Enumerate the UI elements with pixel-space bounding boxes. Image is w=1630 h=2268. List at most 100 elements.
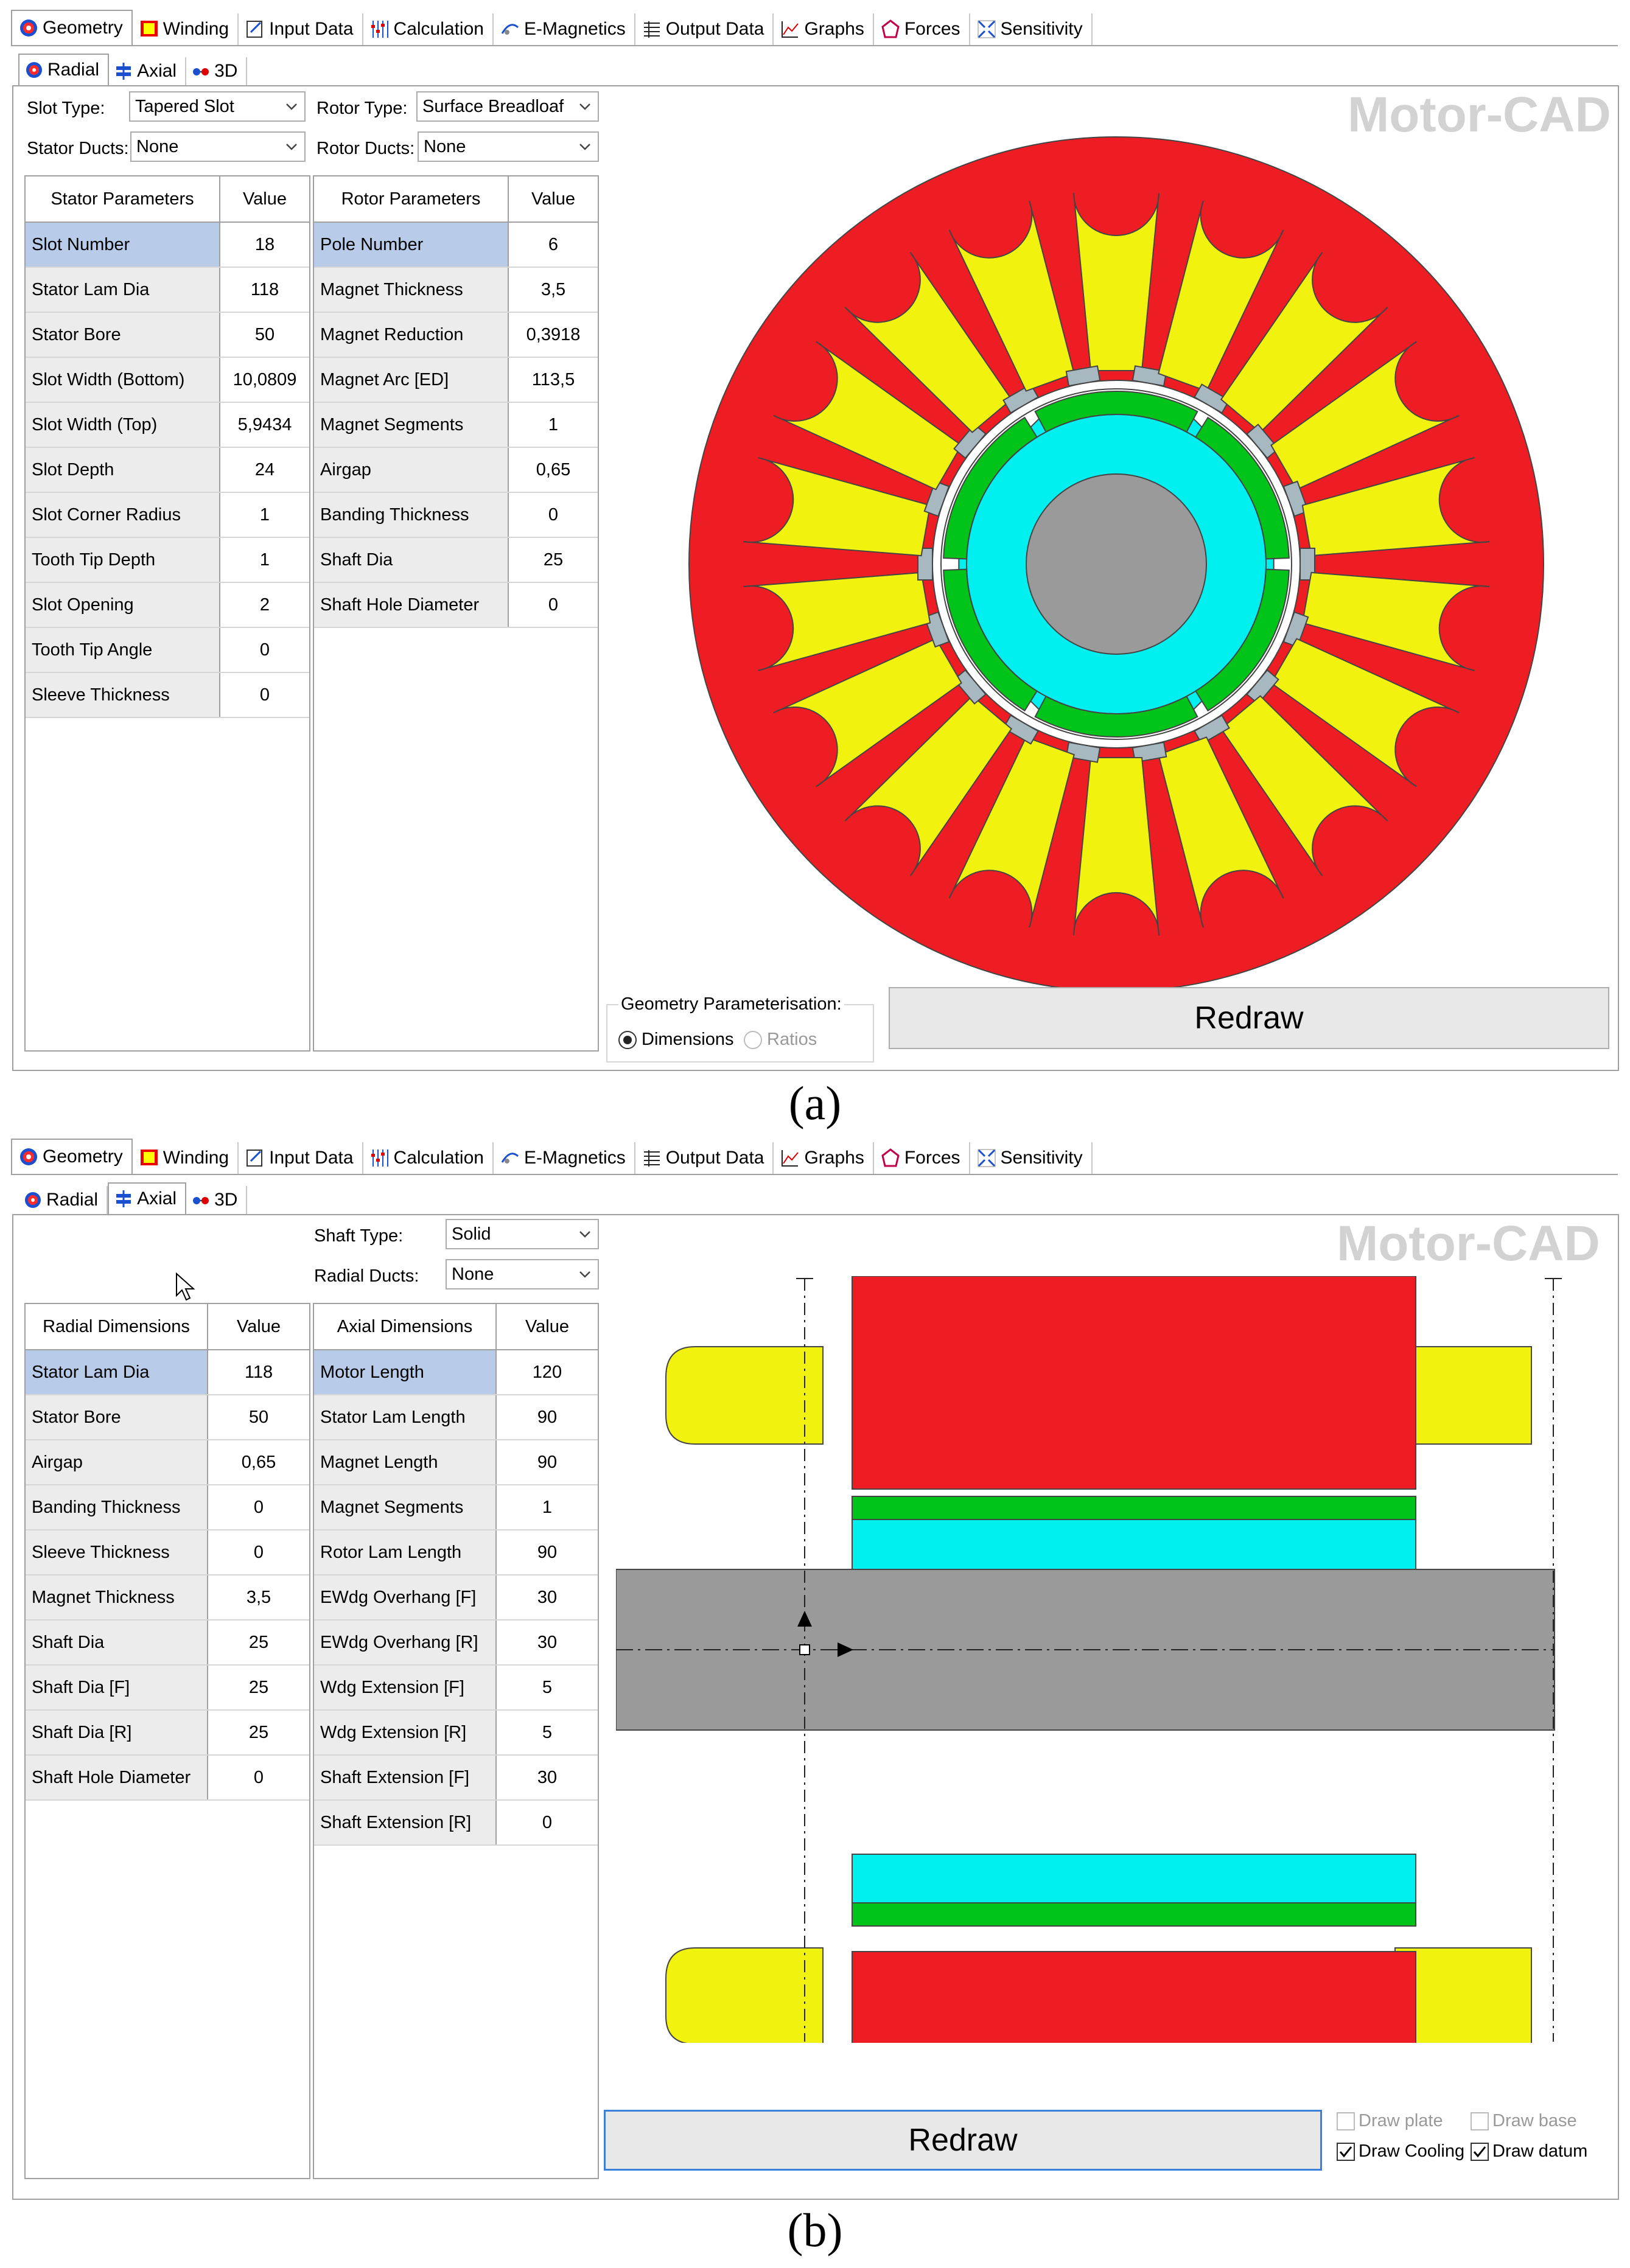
tab-graphs[interactable]: Graphs: [774, 13, 874, 45]
tab-e-magnetics[interactable]: E-Magnetics: [493, 1142, 635, 1174]
parameter-value[interactable]: 0: [208, 1485, 309, 1529]
parameter-value[interactable]: 30: [497, 1621, 598, 1664]
stator-ducts-select[interactable]: None: [130, 131, 306, 162]
table-row[interactable]: Stator Bore 50: [26, 313, 309, 358]
tab-sensitivity[interactable]: Sensitivity: [970, 1142, 1093, 1174]
table-row[interactable]: Magnet Length 90: [314, 1440, 598, 1485]
table-row[interactable]: Magnet Segments 1: [314, 1485, 598, 1530]
table-row[interactable]: Slot Width (Top) 5,9434: [26, 403, 309, 448]
table-row[interactable]: Stator Lam Dia 118: [26, 268, 309, 313]
table-row[interactable]: Magnet Reduction 0,3918: [314, 313, 598, 358]
rotor-type-select[interactable]: Surface Breadloaf: [416, 91, 599, 122]
parameter-value[interactable]: 0: [497, 1801, 598, 1844]
table-row[interactable]: Pole Number 6: [314, 223, 598, 268]
table-row[interactable]: Stator Lam Dia 118: [26, 1350, 309, 1395]
draw-datum-checkbox[interactable]: Draw datum: [1471, 2141, 1587, 2162]
parameter-value[interactable]: 18: [220, 223, 309, 267]
table-row[interactable]: Slot Width (Bottom) 10,0809: [26, 358, 309, 403]
shaft-type-select[interactable]: Solid: [446, 1219, 599, 1249]
slot-type-select[interactable]: Tapered Slot: [129, 91, 306, 122]
parameter-value[interactable]: 25: [208, 1711, 309, 1754]
parameter-value[interactable]: 0: [509, 493, 598, 537]
table-row[interactable]: Slot Opening 2: [26, 583, 309, 628]
parameter-value[interactable]: 90: [497, 1440, 598, 1484]
tab-winding[interactable]: Winding: [132, 1142, 239, 1174]
table-row[interactable]: Airgap 0,65: [314, 448, 598, 493]
parameter-value[interactable]: 90: [497, 1530, 598, 1574]
tab-3d[interactable]: 3D: [186, 1186, 248, 1214]
draw-plate-checkbox[interactable]: Draw plate: [1337, 2111, 1443, 2131]
parameter-value[interactable]: 1: [497, 1485, 598, 1529]
parameter-value[interactable]: 120: [497, 1350, 598, 1394]
table-row[interactable]: EWdg Overhang [R] 30: [314, 1621, 598, 1666]
table-row[interactable]: Shaft Hole Diameter 0: [26, 1756, 309, 1801]
parameter-value[interactable]: 5: [497, 1666, 598, 1709]
table-row[interactable]: Shaft Dia 25: [314, 538, 598, 583]
rotor-ducts-select[interactable]: None: [418, 131, 599, 162]
table-row[interactable]: Rotor Lam Length 90: [314, 1530, 598, 1575]
table-row[interactable]: Slot Depth 24: [26, 448, 309, 493]
table-row[interactable]: Banding Thickness 0: [26, 1485, 309, 1530]
table-row[interactable]: Sleeve Thickness 0: [26, 673, 309, 718]
parameter-value[interactable]: 1: [509, 403, 598, 447]
table-row[interactable]: Tooth Tip Depth 1: [26, 538, 309, 583]
table-row[interactable]: Magnet Arc [ED] 113,5: [314, 358, 598, 403]
parameter-value[interactable]: 0: [208, 1756, 309, 1799]
parameter-value[interactable]: 3,5: [208, 1575, 309, 1619]
parameter-value[interactable]: 118: [208, 1350, 309, 1394]
parameter-value[interactable]: 6: [509, 223, 598, 267]
parameter-value[interactable]: 1: [220, 493, 309, 537]
parameter-value[interactable]: 0,65: [509, 448, 598, 492]
table-row[interactable]: Sleeve Thickness 0: [26, 1530, 309, 1575]
table-row[interactable]: Shaft Dia [F] 25: [26, 1666, 309, 1711]
parameter-value[interactable]: 10,0809: [220, 358, 309, 402]
parameter-value[interactable]: 5,9434: [220, 403, 309, 447]
table-row[interactable]: Magnet Segments 1: [314, 403, 598, 448]
parameter-value[interactable]: 113,5: [509, 358, 598, 402]
dimensions-radio[interactable]: Dimensions: [618, 1030, 734, 1050]
tab-graphs[interactable]: Graphs: [774, 1142, 874, 1174]
table-row[interactable]: Stator Bore 50: [26, 1395, 309, 1440]
table-row[interactable]: Shaft Extension [R] 0: [314, 1801, 598, 1846]
parameter-value[interactable]: 0: [220, 628, 309, 672]
parameter-value[interactable]: 118: [220, 268, 309, 312]
parameter-value[interactable]: 5: [497, 1711, 598, 1754]
table-row[interactable]: Motor Length 120: [314, 1350, 598, 1395]
table-row[interactable]: Banding Thickness 0: [314, 493, 598, 538]
table-row[interactable]: Wdg Extension [F] 5: [314, 1666, 598, 1711]
tab-input-data[interactable]: Input Data: [239, 13, 363, 45]
redraw-button[interactable]: Redraw: [604, 2110, 1322, 2171]
parameter-value[interactable]: 0,3918: [509, 313, 598, 357]
parameter-value[interactable]: 50: [208, 1395, 309, 1439]
table-row[interactable]: Magnet Thickness 3,5: [26, 1575, 309, 1621]
tab-geometry[interactable]: Geometry: [11, 1139, 133, 1174]
table-row[interactable]: Shaft Extension [F] 30: [314, 1756, 598, 1801]
tab-radial[interactable]: Radial: [18, 54, 110, 85]
radial-ducts-select[interactable]: None: [446, 1259, 599, 1289]
tab-radial[interactable]: Radial: [18, 1186, 108, 1214]
tab-calculation[interactable]: Calculation: [363, 13, 494, 45]
tab-output-data[interactable]: Output Data: [635, 1142, 774, 1174]
parameter-value[interactable]: 0: [509, 583, 598, 627]
parameter-value[interactable]: 25: [208, 1621, 309, 1664]
tab-axial[interactable]: Axial: [109, 57, 187, 85]
parameter-value[interactable]: 2: [220, 583, 309, 627]
table-row[interactable]: Shaft Dia [R] 25: [26, 1711, 309, 1756]
table-row[interactable]: Wdg Extension [R] 5: [314, 1711, 598, 1756]
parameter-value[interactable]: 30: [497, 1756, 598, 1799]
parameter-value[interactable]: 30: [497, 1575, 598, 1619]
parameter-value[interactable]: 24: [220, 448, 309, 492]
table-row[interactable]: Tooth Tip Angle 0: [26, 628, 309, 673]
tab-output-data[interactable]: Output Data: [635, 13, 774, 45]
parameter-value[interactable]: 3,5: [509, 268, 598, 312]
table-row[interactable]: Shaft Dia 25: [26, 1621, 309, 1666]
parameter-value[interactable]: 50: [220, 313, 309, 357]
table-row[interactable]: EWdg Overhang [F] 30: [314, 1575, 598, 1621]
tab-winding[interactable]: Winding: [132, 13, 239, 45]
tab-input-data[interactable]: Input Data: [239, 1142, 363, 1174]
tab-forces[interactable]: Forces: [873, 1142, 970, 1174]
tab-sensitivity[interactable]: Sensitivity: [970, 13, 1093, 45]
table-row[interactable]: Shaft Hole Diameter 0: [314, 583, 598, 628]
parameter-value[interactable]: 90: [497, 1395, 598, 1439]
tab-3d[interactable]: 3D: [186, 57, 248, 85]
